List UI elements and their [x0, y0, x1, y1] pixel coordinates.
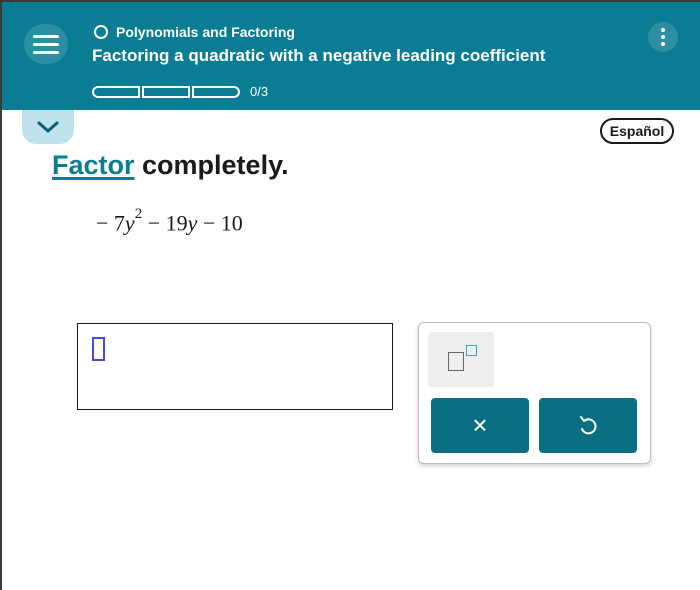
expr-op2: − 10 — [197, 210, 243, 236]
answer-input[interactable] — [77, 323, 393, 410]
topic-row: Polynomials and Factoring — [94, 24, 295, 40]
progress-segment — [192, 85, 240, 98]
topic-label: Polynomials and Factoring — [116, 24, 295, 40]
header-bar: Polynomials and Factoring Factoring a qu… — [0, 0, 700, 110]
kebab-menu-icon-dot — [661, 28, 665, 32]
input-cursor-placeholder — [92, 337, 105, 361]
topic-status-icon — [94, 25, 108, 39]
kebab-menu-button[interactable] — [648, 22, 678, 52]
prompt-text: completely. — [134, 150, 289, 180]
language-toggle-button[interactable]: Español — [600, 118, 674, 144]
kebab-menu-icon-dot — [661, 42, 665, 46]
exponent-icon — [466, 345, 477, 356]
expr-coef1: − 7 — [96, 210, 125, 236]
page-title: Factoring a quadratic with a negative le… — [92, 46, 546, 65]
expr-exp1: 2 — [134, 206, 143, 222]
undo-button[interactable] — [539, 398, 637, 453]
collapse-header-button[interactable] — [22, 110, 74, 144]
math-keypad: × — [418, 322, 651, 464]
menu-icon-line — [33, 50, 59, 54]
exponent-icon-base — [448, 352, 464, 371]
progress-segment — [92, 85, 140, 98]
problem-expression: − 7y2 − 19y − 10 — [96, 206, 243, 236]
chevron-down-icon — [37, 121, 59, 133]
problem-prompt: Factor completely. — [52, 150, 289, 181]
progress-bar: 0/3 — [92, 84, 268, 99]
undo-icon — [580, 415, 597, 434]
expr-op1: − 19 — [142, 210, 188, 236]
menu-icon-line — [33, 42, 59, 46]
expr-var1: y — [124, 210, 135, 236]
menu-button[interactable] — [24, 24, 68, 64]
clear-icon: × — [472, 410, 488, 440]
factor-definition-link[interactable]: Factor — [52, 150, 135, 180]
progress-label: 0/3 — [250, 84, 269, 99]
kebab-menu-icon-dot — [661, 35, 665, 39]
progress-segment — [142, 85, 190, 98]
menu-icon-line — [33, 34, 59, 38]
window-edge — [0, 110, 2, 590]
clear-button[interactable]: × — [431, 398, 529, 453]
expr-var2: y — [187, 210, 198, 236]
exponent-button[interactable] — [428, 332, 494, 387]
